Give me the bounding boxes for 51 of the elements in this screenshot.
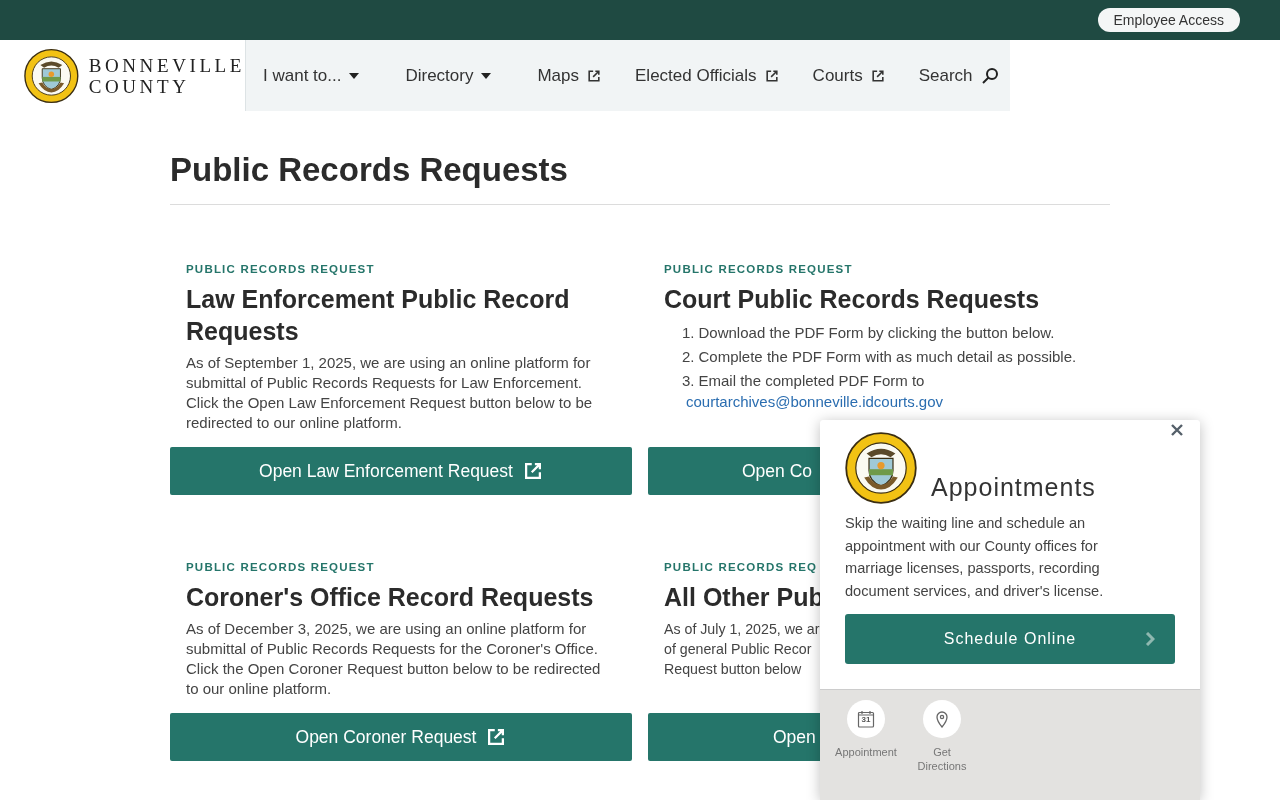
card-eyebrow: PUBLIC RECORDS REQ <box>664 561 818 573</box>
step-text: Complete the PDF Form with as much detail as possible. <box>698 347 1077 367</box>
nav-link[interactable]: Maps <box>537 65 602 86</box>
card-eyebrow: PUBLIC RECORDS REQUEST <box>186 561 375 573</box>
card-eyebrow: PUBLIC RECORDS REQUEST <box>186 263 375 275</box>
shortcut-label[interactable]: Appointment <box>835 745 897 759</box>
card-title: Law Enforcement Public Record Requests <box>186 284 571 347</box>
external-link-icon <box>764 68 779 83</box>
caret-icon <box>349 72 360 79</box>
employee-access-button[interactable]: Employee Access <box>1097 8 1240 32</box>
card-description: As of July 1, 2025, we ar of general Public Recor Request button below <box>664 620 820 679</box>
card-eyebrow: PUBLIC RECORDS REQUEST <box>664 263 853 275</box>
card-title: Court Public Records Requests <box>664 284 1040 315</box>
shortcut-label[interactable]: Get Directions <box>908 745 976 773</box>
logo-text[interactable]: BONNEVILLE <box>88 54 245 76</box>
card-title: Coroner's Office Record Requests <box>186 582 594 613</box>
open-request-button[interactable]: Open Co <box>648 447 820 495</box>
card-description: As of September 1, 2025, we are using an online platform for submittal of Public Records Requests for Law Enforcement. Click the Open Law Enforcement Request button below to be redirected to our online platform. <box>186 353 594 433</box>
popup-title: Appointments <box>931 473 1096 502</box>
external-link-icon <box>870 68 885 83</box>
step-text: Email the completed PDF Form to <box>698 371 925 391</box>
nav-link[interactable]: Directory <box>405 65 492 86</box>
county-seal-logo <box>845 432 917 504</box>
logo-text[interactable]: COUNTY <box>88 75 245 97</box>
step-number: 1. <box>682 323 695 343</box>
step-text: Download the PDF Form by clicking the button below. <box>698 323 1055 343</box>
open-request-button[interactable]: Open <box>648 713 820 761</box>
caret-icon <box>481 72 492 79</box>
location-pin-icon[interactable] <box>923 700 961 738</box>
card-description: As of December 3, 2025, we are using an online platform for submittal of Public Records Requests for the Coroner's Office. Click the Open Coroner Request button below to be redirected to our online platform. <box>186 619 602 699</box>
page-title: Public Records Requests <box>170 151 569 190</box>
calendar-day: 31 <box>861 716 871 724</box>
search-icon <box>980 66 999 85</box>
calendar-icon[interactable]: 31 <box>847 700 885 738</box>
external-link-icon <box>587 68 602 83</box>
external-link-icon <box>486 727 507 747</box>
nav-link[interactable]: Elected Officials <box>635 65 779 86</box>
open-request-button[interactable]: Open Law Enforcement Request <box>170 447 632 495</box>
close-icon[interactable] <box>1171 424 1183 436</box>
county-seal-logo <box>24 47 79 104</box>
step-number: 2. <box>682 347 695 367</box>
popup-description: Skip the waiting line and schedule an appointment with our County offices for marriage licenses, passports, recording document services, and driver's license. <box>845 514 1105 601</box>
external-link-icon <box>522 461 543 481</box>
nav-link[interactable]: Courts <box>812 65 885 86</box>
open-request-button[interactable]: Open Coroner Request <box>170 713 632 761</box>
email-link[interactable]: courtarchives@bonneville.idcourts.gov <box>664 393 944 411</box>
nav-link[interactable]: I want to... <box>263 65 360 86</box>
step-number: 3. <box>682 371 695 391</box>
nav-link[interactable]: Search <box>918 65 999 86</box>
chevron-right-icon <box>1145 632 1155 646</box>
schedule-online-button[interactable]: Schedule Online <box>845 614 1175 664</box>
